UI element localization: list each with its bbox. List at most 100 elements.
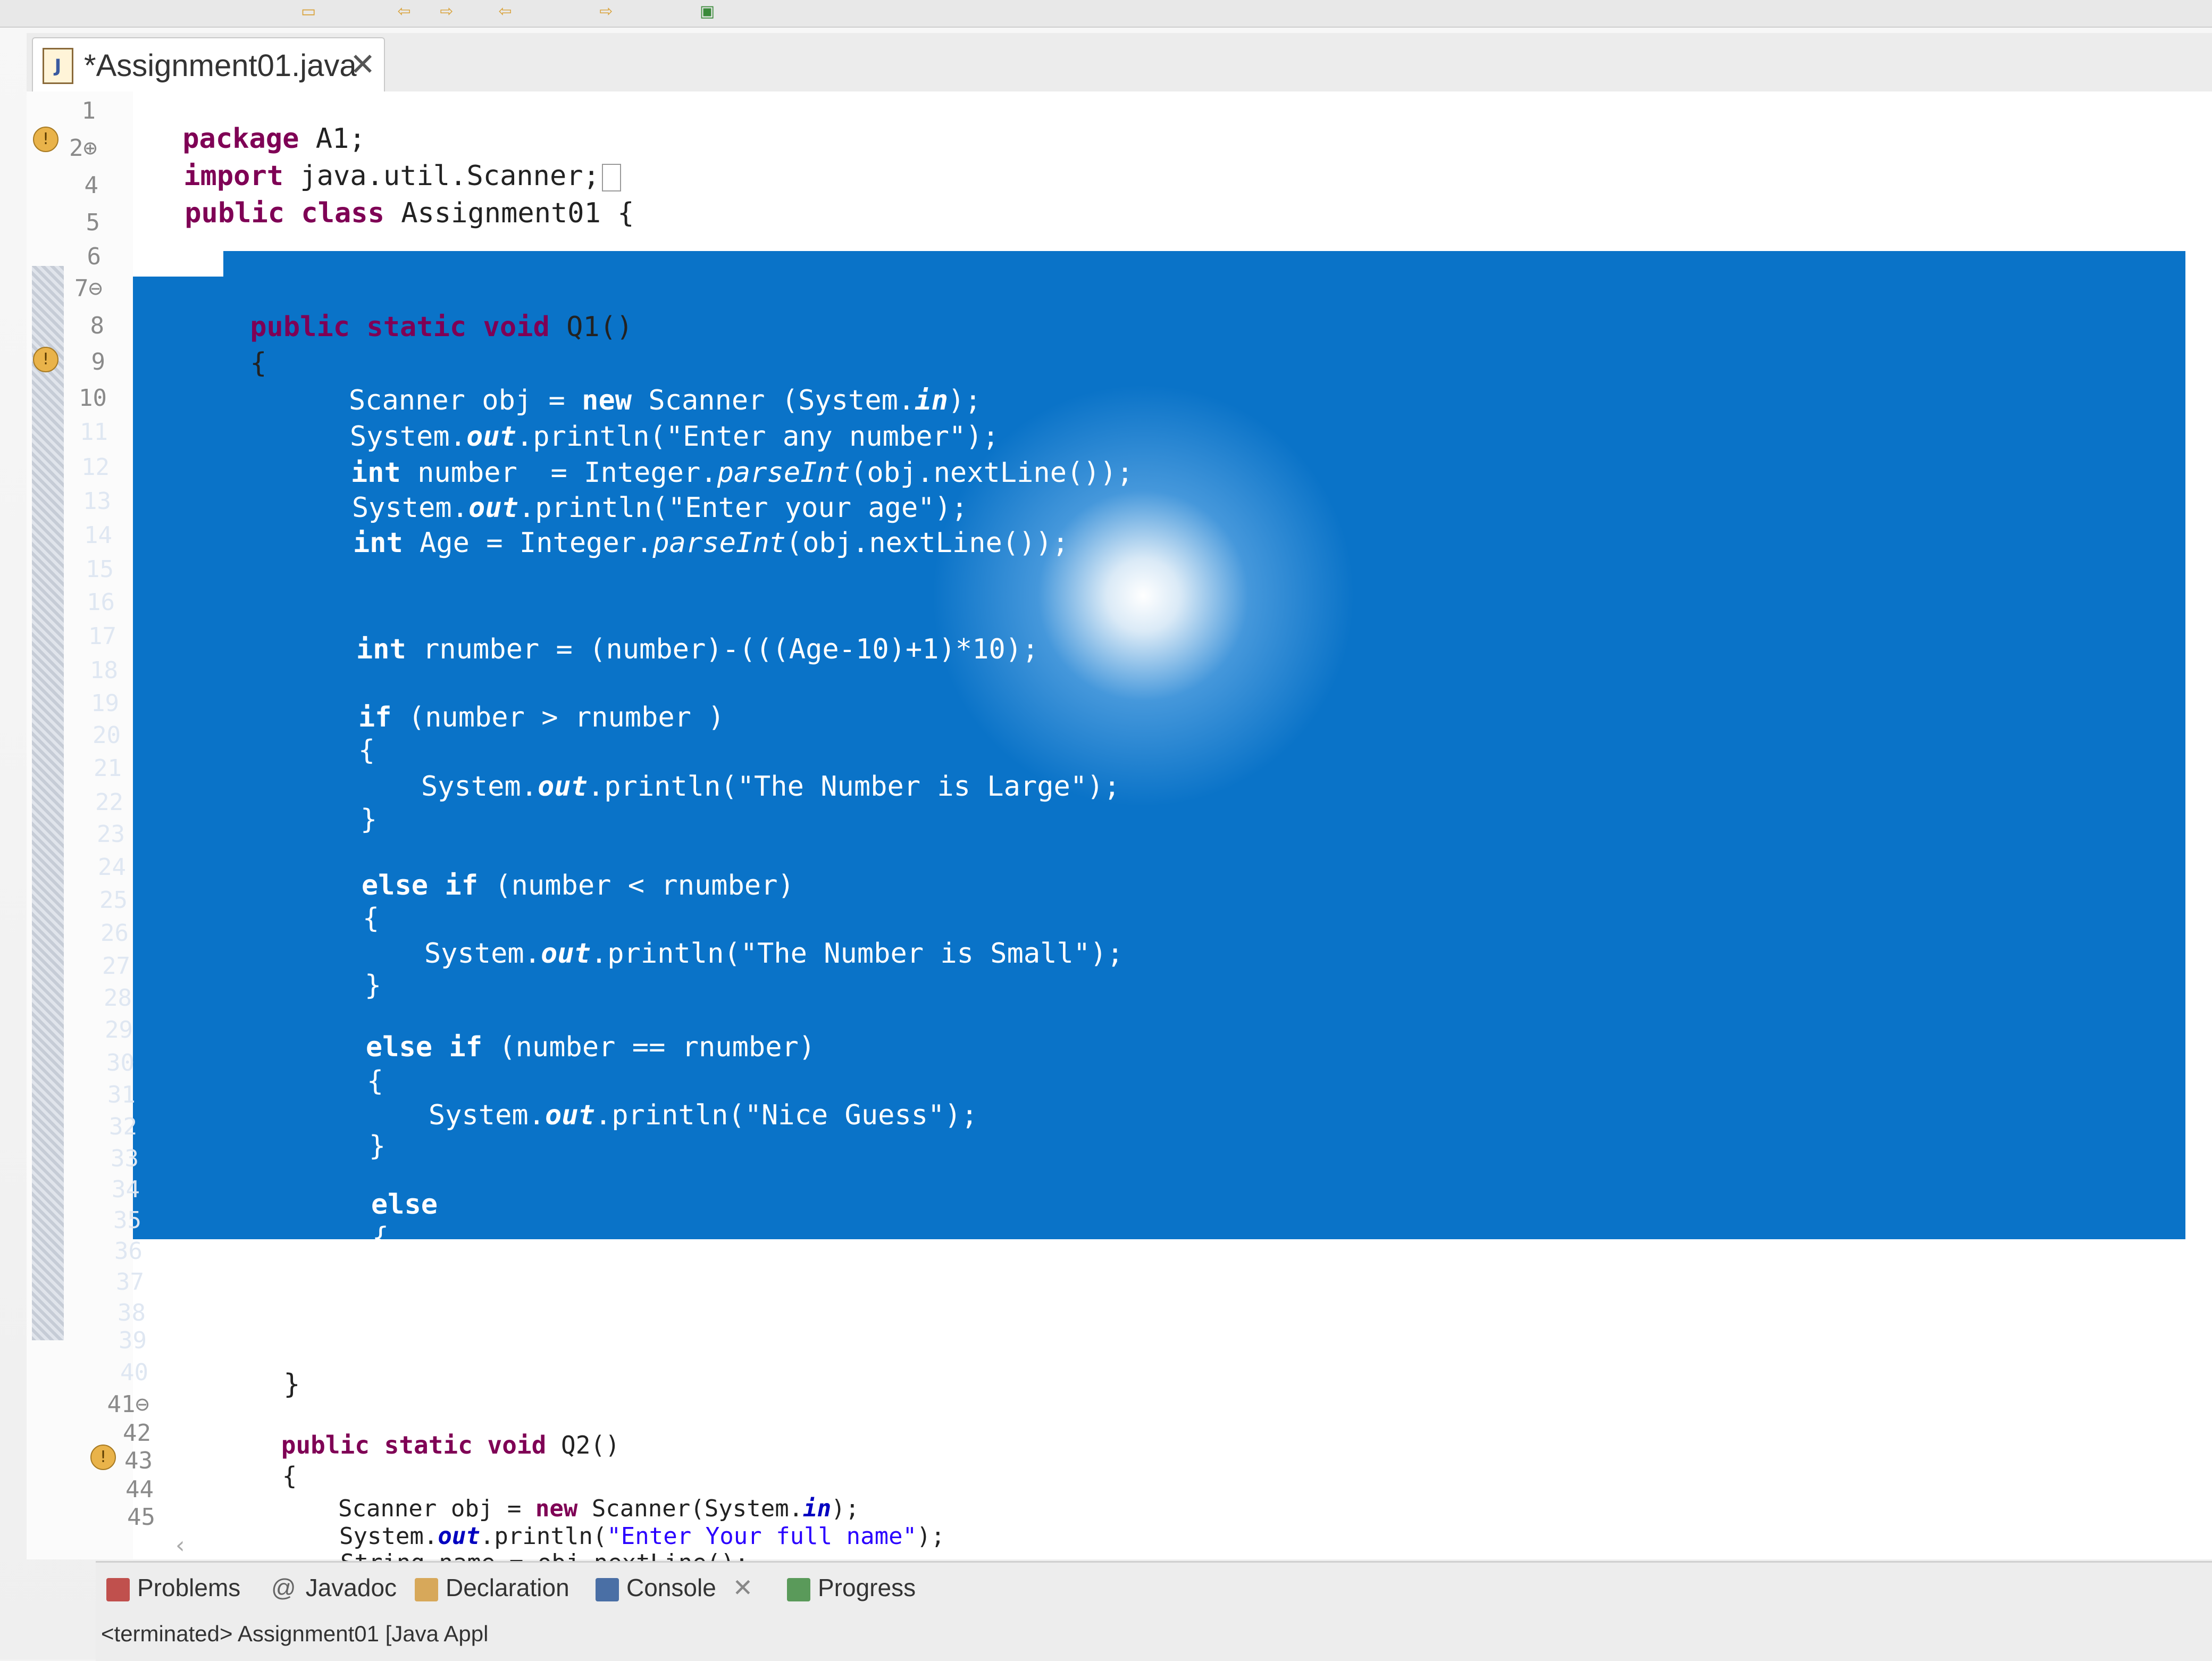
console-status: <terminated> Assignment01 [Java Appl bbox=[101, 1621, 489, 1646]
code-line[interactable]: { bbox=[272, 1188, 389, 1254]
warning-marker-icon[interactable]: ! bbox=[33, 127, 58, 152]
line-number: 34 bbox=[112, 1176, 140, 1203]
line-number: 20 bbox=[93, 722, 121, 749]
line-number: 7⊖ bbox=[74, 275, 103, 302]
open-perspective-icon[interactable]: ▣ bbox=[697, 2, 718, 21]
code-line[interactable]: else bbox=[271, 1155, 438, 1221]
line-number: 39 bbox=[119, 1327, 147, 1354]
code-text: Q1() bbox=[549, 311, 633, 343]
forward-history-icon[interactable]: ⇨ bbox=[596, 2, 617, 21]
code-line[interactable]: int number = Integer.parseInt(obj.nextLi… bbox=[251, 423, 1133, 489]
tab-label: Javadoc bbox=[305, 1574, 397, 1601]
editor-tab-assignment01[interactable]: J *Assignment01.java ✕ bbox=[32, 37, 385, 91]
code-text: .println( bbox=[541, 1342, 692, 1374]
code-line[interactable]: } bbox=[269, 1097, 386, 1162]
code-line[interactable]: int Age = Integer.parseInt(obj.nextLine(… bbox=[253, 494, 1069, 559]
keyword: static bbox=[366, 311, 467, 343]
string-literal: "Nice Guess" bbox=[744, 1099, 945, 1131]
line-number: 12 bbox=[81, 454, 110, 481]
code-line[interactable]: import java.util.Scanner; bbox=[117, 127, 621, 192]
code-line[interactable]: System.out.println("The Number was " + r… bbox=[275, 1308, 1175, 1374]
code-line[interactable]: public static void Q1() bbox=[183, 278, 633, 343]
code-text: } bbox=[360, 804, 378, 836]
code-line[interactable]: System.out.println("Nice Guess"); bbox=[329, 1066, 978, 1131]
tab-javadoc[interactable]: @ Javadoc bbox=[271, 1573, 397, 1610]
line-number: 40 bbox=[120, 1359, 148, 1386]
line-number: 35 bbox=[113, 1207, 141, 1234]
line-number: 24 bbox=[98, 854, 126, 881]
line-number: 41⊖ bbox=[107, 1391, 149, 1418]
line-number: 4 bbox=[84, 172, 99, 199]
string-literal: "The Number was " bbox=[691, 1342, 975, 1374]
code-line[interactable]: } bbox=[265, 936, 381, 1001]
code-line[interactable]: System.out.println("Enter your age"); bbox=[252, 458, 968, 524]
ide-window: ▭ ⇦ ⇨ ⇦ ⇨ ▣ J *Assignment01.java ✕ 1 2⊕ 4 5… bbox=[0, 0, 2212, 1661]
code-line[interactable]: package A1; bbox=[116, 89, 365, 155]
code-line[interactable]: System.out.println("The Number is Large"… bbox=[321, 737, 1120, 803]
warning-marker-icon[interactable]: ! bbox=[90, 1445, 116, 1470]
code-text: (number == rnumber) bbox=[482, 1031, 816, 1063]
code-text: ); bbox=[944, 1099, 978, 1131]
code-line[interactable]: public static void Q2() bbox=[222, 1396, 620, 1459]
keyword: int bbox=[356, 633, 406, 665]
line-number: 33 bbox=[111, 1145, 139, 1172]
tab-console[interactable]: Console ✕ bbox=[596, 1573, 753, 1610]
code-line[interactable]: String name = obj.nextLine(); bbox=[284, 1514, 749, 1576]
tab-progress[interactable]: Progress bbox=[787, 1573, 916, 1610]
field-ref: out bbox=[538, 771, 588, 803]
code-line[interactable]: else if (number < rnumber) bbox=[262, 836, 794, 902]
keyword: void bbox=[483, 311, 550, 343]
line-number: 28 bbox=[104, 984, 132, 1012]
line-number: 8 bbox=[90, 312, 105, 339]
line-number: 19 bbox=[91, 690, 119, 717]
code-text: ); bbox=[1090, 938, 1124, 970]
code-line[interactable]: if (number > rnumber ) bbox=[258, 668, 725, 733]
scroll-left-icon[interactable]: ‹ bbox=[175, 1532, 185, 1559]
line-number: 25 bbox=[99, 887, 128, 914]
code-line[interactable]: { bbox=[263, 869, 379, 934]
code-line[interactable]: { bbox=[183, 314, 266, 379]
keyword: public bbox=[185, 197, 285, 229]
tab-label: Progress bbox=[818, 1574, 916, 1601]
editor-tab-bar: J *Assignment01.java ✕ bbox=[27, 33, 2212, 93]
code-line[interactable]: { bbox=[223, 1426, 297, 1490]
back-history-icon[interactable]: ⇦ bbox=[495, 2, 516, 21]
line-number: 36 bbox=[114, 1238, 143, 1265]
code-line[interactable]: } bbox=[217, 1335, 300, 1400]
close-tab-icon[interactable]: ✕ bbox=[347, 46, 379, 83]
progress-icon bbox=[787, 1577, 810, 1601]
string-literal: "The Number is Small" bbox=[740, 938, 1091, 970]
code-text: rnumber = (number)-(((Age-10)+1)*10); bbox=[406, 633, 1039, 665]
code-line[interactable]: } bbox=[261, 770, 377, 836]
code-line[interactable]: { bbox=[267, 1032, 383, 1097]
tab-declaration[interactable]: Declaration bbox=[415, 1573, 569, 1610]
code-text: (obj.nextLine()); bbox=[785, 527, 1069, 559]
code-line[interactable]: int rnumber = (number)-(((Age-10)+1)*10)… bbox=[256, 600, 1039, 665]
toolbar-button[interactable]: ▭ bbox=[298, 2, 319, 21]
toolbar: ▭ ⇦ ⇨ ⇦ ⇨ ▣ bbox=[0, 0, 2212, 28]
code-line[interactable]: public class Assignment01 { bbox=[118, 164, 634, 229]
tab-title: *Assignment01.java bbox=[84, 48, 357, 83]
code-text: Age = Integer. bbox=[403, 527, 653, 559]
back-arrow-icon[interactable]: ⇦ bbox=[393, 2, 415, 21]
code-text: Assignment01 { bbox=[384, 197, 634, 229]
code-line[interactable]: Scanner obj = new Scanner (System.in); bbox=[249, 351, 982, 416]
tab-problems[interactable]: Problems bbox=[106, 1573, 240, 1610]
code-line[interactable]: System.out.println("Enter any number"); bbox=[250, 387, 999, 453]
code-line[interactable]: { bbox=[258, 701, 375, 766]
forward-arrow-icon[interactable]: ⇨ bbox=[436, 2, 457, 21]
code-line[interactable]: else if (number == rnumber) bbox=[266, 998, 815, 1063]
code-line[interactable]: System.out.println("The Number is Small"… bbox=[324, 904, 1124, 970]
line-number: 31 bbox=[107, 1081, 136, 1108]
code-text: (number > rnumber ) bbox=[391, 702, 725, 733]
close-tab-icon[interactable]: ✕ bbox=[733, 1574, 753, 1601]
bottom-panel: Problems @ Javadoc Declaration Console ✕ … bbox=[96, 1561, 2212, 1661]
field-ref: out bbox=[541, 938, 591, 970]
line-number: 14 bbox=[84, 522, 112, 549]
keyword: int bbox=[353, 527, 403, 559]
code-line[interactable]: } bbox=[274, 1247, 391, 1312]
code-text: Q2() bbox=[546, 1431, 620, 1459]
keyword: class bbox=[301, 197, 384, 229]
warning-marker-icon[interactable]: ! bbox=[33, 347, 58, 372]
line-number: 26 bbox=[100, 920, 129, 947]
